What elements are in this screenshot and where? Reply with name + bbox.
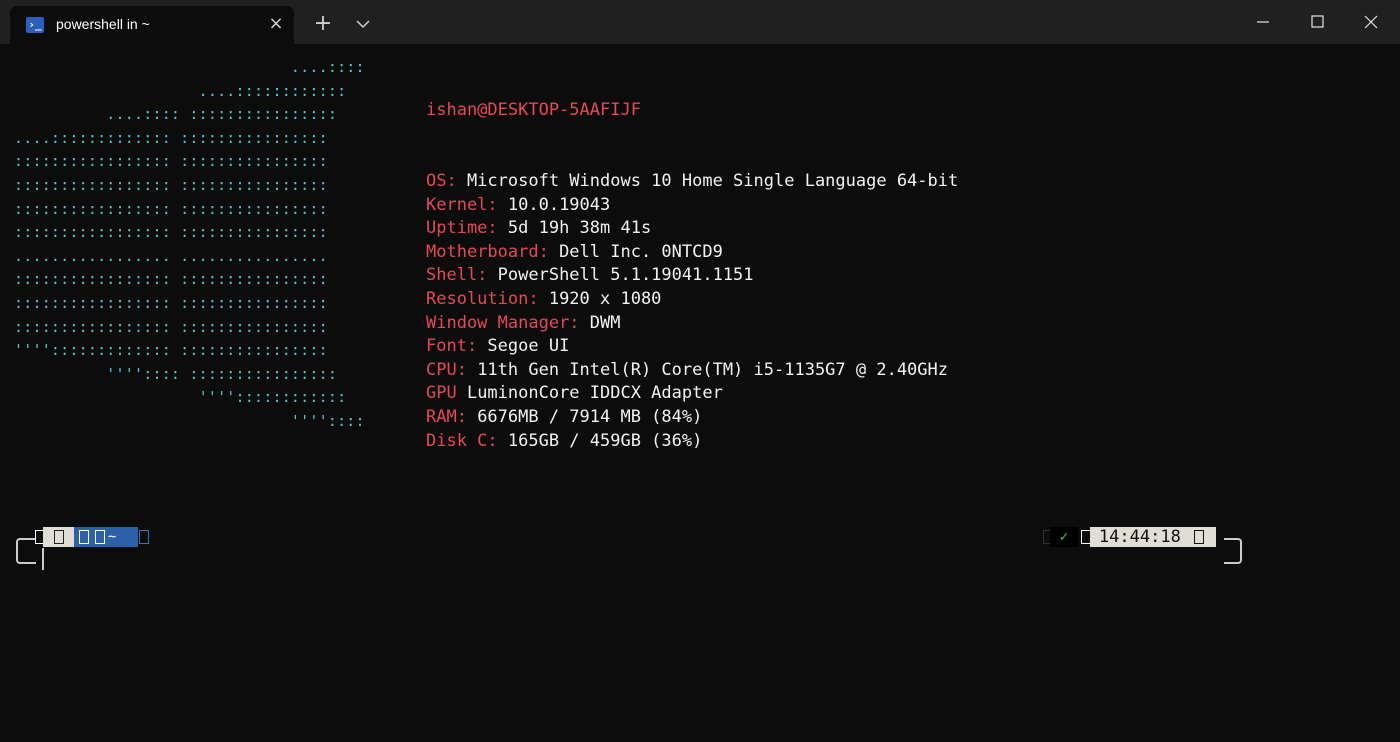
info-label: Disk C: — [426, 430, 498, 451]
info-row: OS: Microsoft Windows 10 Home Single Lan… — [426, 170, 958, 194]
os-segment — [43, 527, 74, 547]
prompt-right-frame — [1224, 538, 1242, 564]
info-value: 11th Gen Intel(R) Core(TM) i5-1135G7 @ 2… — [466, 359, 948, 380]
info-label: GPU — [426, 383, 457, 404]
segment-end-glyph — [136, 527, 149, 547]
info-value: 5d 19h 38m 41s — [497, 218, 652, 239]
info-value: Segoe UI — [477, 336, 570, 357]
info-value: 165GB / 459GB (36%) — [497, 430, 703, 451]
close-tab-button[interactable]: × — [266, 13, 286, 35]
title-bar: ›_ powershell in ~ × + — [0, 0, 1400, 44]
system-info: ishan@DESKTOP-5AAFIJF OS: Microsoft Wind… — [426, 52, 958, 477]
info-value: LuminonCore IDDCX Adapter — [456, 383, 723, 404]
info-row: Shell: PowerShell 5.1.19041.1151 — [426, 264, 958, 288]
info-value: Microsoft Windows 10 Home Single Languag… — [456, 170, 959, 191]
tab-powershell[interactable]: ›_ powershell in ~ × — [10, 6, 294, 44]
time-segment: 14:44:18 — [1090, 527, 1216, 547]
info-row: Kernel: 10.0.19043 — [426, 194, 958, 218]
info-row: Motherboard: Dell Inc. 0NTCD9 — [426, 241, 958, 265]
time-start-glyph — [1078, 527, 1091, 547]
info-value: 1920 x 1080 — [538, 288, 662, 309]
info-row: Disk C: 165GB / 459GB (36%) — [426, 430, 958, 454]
info-value: DWM — [579, 312, 621, 333]
maximize-icon[interactable] — [1294, 0, 1340, 44]
info-label: OS: — [426, 170, 457, 191]
path-text: ~ — [108, 529, 117, 545]
info-row: Resolution: 1920 x 1080 — [426, 288, 958, 312]
info-row: CPU: 11th Gen Intel(R) Core(TM) i5-1135G… — [426, 359, 958, 383]
info-label: Resolution: — [426, 288, 539, 309]
info-value: 10.0.19043 — [497, 194, 611, 215]
info-label: CPU: — [426, 359, 467, 380]
info-label: Kernel: — [426, 194, 498, 215]
close-icon[interactable] — [1348, 0, 1394, 44]
info-value: 6676MB / 7914 MB (84%) — [466, 406, 703, 427]
info-label: RAM: — [426, 406, 467, 427]
info-row: Font: Segoe UI — [426, 335, 958, 359]
tab-title: powershell in ~ — [56, 16, 150, 32]
info-row: RAM: 6676MB / 7914 MB (84%) — [426, 406, 958, 430]
info-row: Window Manager: DWM — [426, 312, 958, 336]
windows-ascii-logo: ....:::: ....:::::::::::: ....:::: :::::… — [14, 58, 365, 430]
info-label: Uptime: — [426, 218, 498, 239]
new-tab-button[interactable]: + — [311, 11, 335, 37]
text-cursor — [42, 548, 44, 570]
path-segment: ~ — [74, 527, 138, 547]
info-value: Dell Inc. 0NTCD9 — [548, 241, 723, 262]
user-host: ishan@DESKTOP-5AAFIJF — [426, 100, 641, 121]
minimize-icon[interactable] — [1240, 0, 1286, 44]
info-label: Shell: — [426, 265, 488, 286]
prompt-time: 14:44:18 — [1098, 527, 1181, 547]
info-label: Window Manager: — [426, 312, 580, 333]
info-label: Font: — [426, 336, 478, 357]
info-value: PowerShell 5.1.19041.1151 — [487, 265, 754, 286]
chevron-down-icon[interactable] — [352, 13, 374, 35]
info-label: Motherboard: — [426, 241, 549, 262]
info-row: GPU LuminonCore IDDCX Adapter — [426, 382, 958, 406]
powershell-icon: ›_ — [26, 17, 44, 33]
info-row: Uptime: 5d 19h 38m 41s — [426, 217, 958, 241]
status-start-glyph — [1040, 527, 1053, 547]
prompt-glyph — [32, 527, 45, 547]
status-check-icon: ✓ — [1050, 527, 1078, 547]
